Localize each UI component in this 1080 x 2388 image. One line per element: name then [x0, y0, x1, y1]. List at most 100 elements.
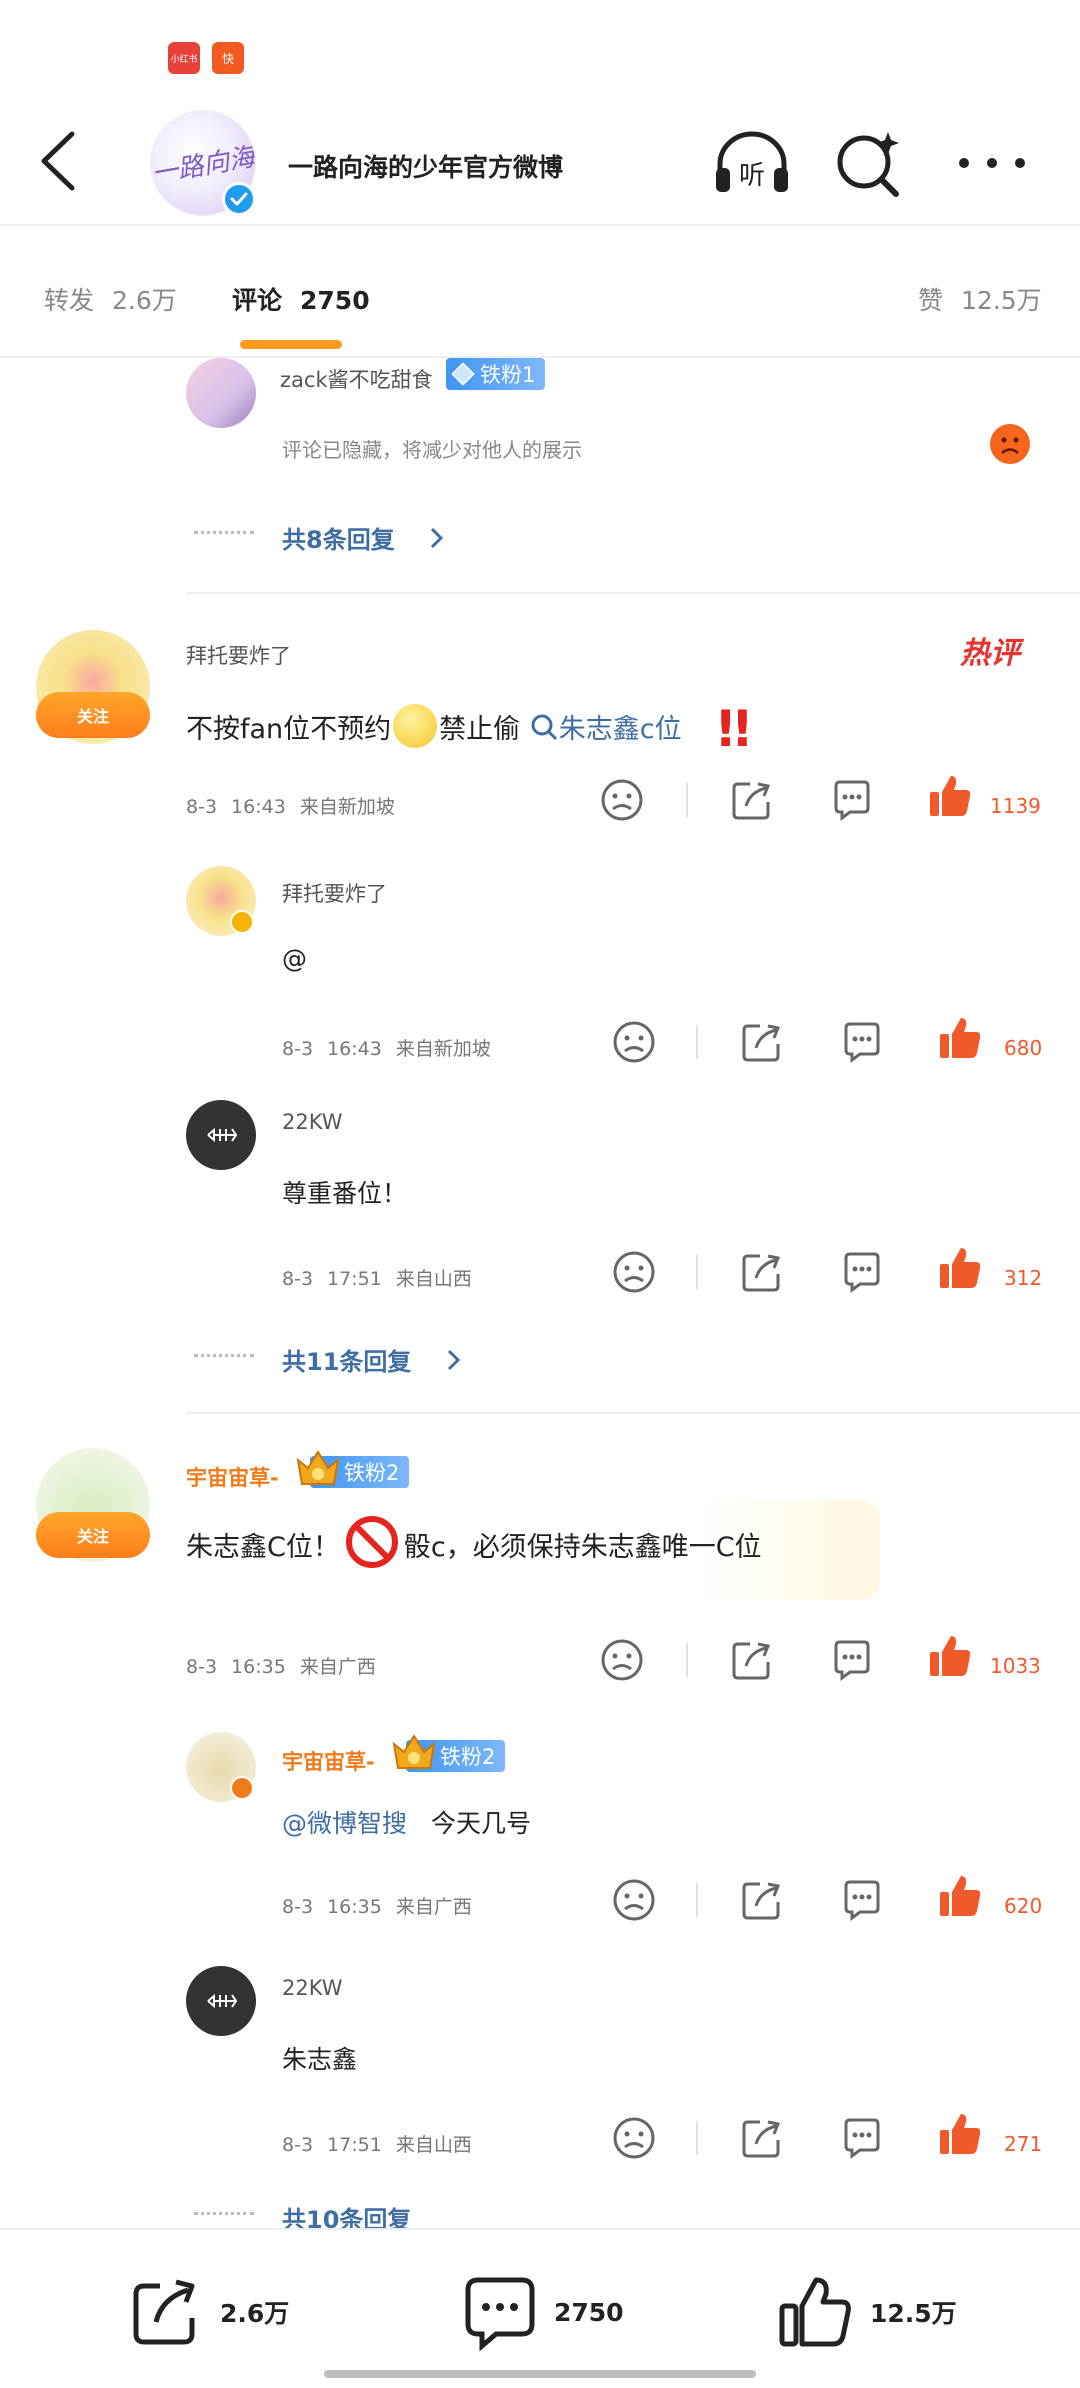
top-header: 一路向海 一路向海的少年官方微博 听 [0, 98, 1080, 226]
comment-meta: 8-3 16:35 来自广西 [186, 1652, 390, 1679]
kuaishou-icon: 快 [212, 42, 244, 74]
comment-meta: 8-3 16:43 来自新加坡 [186, 792, 409, 819]
home-indicator[interactable] [324, 2370, 756, 2378]
dislike-button[interactable] [610, 1876, 658, 1924]
comment-bubble-icon [844, 1252, 880, 1293]
reply-avatar[interactable] [186, 1100, 256, 1170]
reply-avatar[interactable] [186, 1966, 256, 2036]
share-button[interactable] [728, 1636, 776, 1684]
reply-button[interactable] [828, 1636, 876, 1684]
tab-likes[interactable]: 赞 12.5万 [918, 281, 1042, 317]
reply-button[interactable] [828, 776, 876, 824]
like-button[interactable] [926, 1632, 974, 1680]
reply-avatar[interactable] [186, 358, 256, 428]
fan-level-badge: 铁粉2 [392, 1734, 506, 1772]
share-icon [732, 782, 771, 820]
listen-button[interactable]: 听 [712, 128, 792, 198]
diamond-icon [451, 362, 475, 386]
crown-icon [296, 1450, 340, 1485]
more-replies-link[interactable]: 共8条回复 [282, 520, 447, 555]
reply-meta: 8-3 17:51 来自山西 [282, 2130, 486, 2157]
dislike-button[interactable] [610, 1248, 658, 1296]
thumbs-up-icon [940, 1876, 981, 1916]
action-separator [696, 2121, 698, 2155]
like-button[interactable] [936, 1014, 984, 1062]
search-topic-link[interactable]: 朱志鑫c位 [529, 714, 682, 745]
follow-button[interactable]: 关注 [36, 692, 150, 738]
page-title: 一路向海的少年官方微博 [288, 153, 564, 182]
share-button[interactable] [738, 2114, 786, 2162]
tab-repost[interactable]: 转发 2.6万 [44, 281, 177, 317]
reply-time: 17:51 [327, 1268, 382, 1290]
comment-bubble-icon [465, 2277, 535, 2352]
tab-comments-count: 2750 [300, 286, 370, 315]
status-bar-app-icons: 小红书 快 [168, 42, 244, 74]
reply-username[interactable]: 宇宙宙草- [282, 1746, 375, 1776]
share-button[interactable] [738, 1876, 786, 1924]
comment-date: 8-3 [186, 796, 218, 818]
bottom-comment-button[interactable]: 2750 [460, 2272, 624, 2352]
action-separator [696, 1025, 698, 1059]
like-button[interactable] [926, 772, 974, 820]
tab-comments[interactable]: 评论 2750 [232, 281, 370, 317]
comment-bubble-icon [834, 780, 870, 821]
double-exclamation-icon: !! [714, 700, 754, 758]
reply-button[interactable] [838, 1018, 886, 1066]
share-icon [742, 1882, 781, 1920]
back-arrow-icon [41, 131, 75, 191]
more-replies-link[interactable]: 共11条回复 [282, 1342, 464, 1377]
share-button[interactable] [728, 776, 776, 824]
thumbs-up-icon [930, 1636, 971, 1676]
reply-username[interactable]: 22KW [282, 1110, 343, 1134]
comment-location: 来自新加坡 [299, 796, 395, 818]
share-icon [742, 1024, 781, 1062]
hot-comment-tag: 热评 [960, 636, 1020, 671]
dislike-button[interactable] [598, 1636, 646, 1684]
comment-text-part: 朱志鑫C位！ [186, 1532, 340, 1563]
like-count: 680 [1004, 1036, 1043, 1060]
comment-text-part: 禁止偷 [439, 714, 521, 745]
sad-face-icon [601, 1639, 643, 1681]
reply-username[interactable]: 22KW [282, 1976, 343, 2000]
dislike-button[interactable] [610, 2114, 658, 2162]
commenter-username[interactable]: 拜托要炸了 [186, 640, 291, 670]
share-icon [742, 2120, 781, 2158]
mention-link[interactable]: @微博智搜 [282, 1809, 407, 1838]
follow-button[interactable]: 关注 [36, 1512, 150, 1558]
commenter-username[interactable]: 宇宙宙草- [186, 1462, 279, 1492]
tab-bar: 转发 2.6万 评论 2750 赞 12.5万 [0, 226, 1080, 356]
back-button[interactable] [34, 126, 84, 196]
reply-username[interactable]: zack酱不吃甜食 [280, 364, 433, 394]
tab-likes-count: 12.5万 [961, 286, 1042, 315]
like-button[interactable] [936, 1244, 984, 1292]
bottom-repost-button[interactable]: 2.6万 [126, 2272, 289, 2352]
like-button[interactable] [936, 2110, 984, 2158]
reply-username[interactable]: 拜托要炸了 [282, 878, 387, 908]
like-button[interactable] [936, 1872, 984, 1920]
more-replies-label: 共8条回复 [282, 526, 395, 554]
bottom-comment-count: 2750 [554, 2297, 624, 2327]
reply-button[interactable] [838, 2114, 886, 2162]
tab-comments-label: 评论 [232, 286, 283, 315]
fan-level-label: 铁粉1 [480, 363, 536, 387]
more-options-button[interactable] [952, 128, 1032, 198]
smart-search-button[interactable] [830, 128, 910, 198]
action-separator [686, 1643, 688, 1677]
reply-meta: 8-3 16:43 来自新加坡 [282, 1034, 505, 1061]
tab-repost-label: 转发 [44, 286, 95, 315]
hidden-comment-note: 评论已隐藏，将减少对他人的展示 [282, 438, 582, 462]
bottom-like-button[interactable]: 12.5万 [776, 2272, 957, 2352]
dislike-face-icon[interactable] [990, 424, 1030, 464]
reply-button[interactable] [838, 1876, 886, 1924]
share-button[interactable] [738, 1248, 786, 1296]
reply-button[interactable] [838, 1248, 886, 1296]
dislike-button[interactable] [610, 1018, 658, 1066]
reply-text: 朱志鑫 [282, 2045, 358, 2074]
reply-location: 来自山西 [395, 2134, 472, 2156]
reply-thread-dots [194, 2212, 254, 2216]
share-button[interactable] [738, 1018, 786, 1066]
search-sparkle-icon [837, 132, 899, 197]
chevron-right-icon [431, 527, 444, 549]
dislike-button[interactable] [598, 776, 646, 824]
search-topic-label: 朱志鑫c位 [558, 714, 682, 745]
